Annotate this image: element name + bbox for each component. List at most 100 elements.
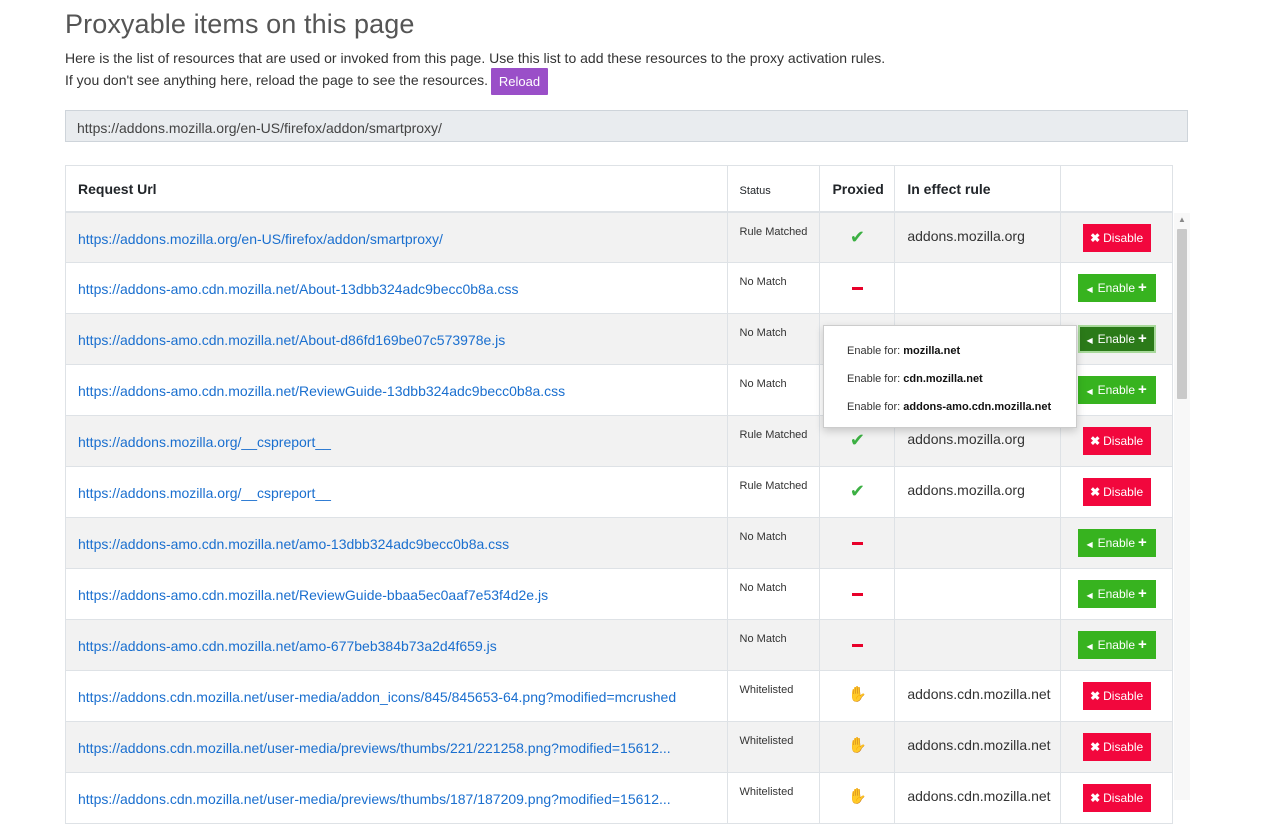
disable-button[interactable]: ✖ Disable xyxy=(1082,784,1151,812)
current-url-display: https://addons.mozilla.org/en-US/firefox… xyxy=(65,110,1188,142)
dropdown-option-domain: addons-amo.cdn.mozilla.net xyxy=(903,401,1052,413)
status-cell: No Match xyxy=(726,364,821,416)
action-cell: ✖ Disable xyxy=(1060,772,1173,824)
reload-button[interactable]: Reload xyxy=(491,68,548,95)
status-cell: Rule Matched xyxy=(726,466,821,518)
proxied-cell xyxy=(819,568,896,620)
request-url-link[interactable]: https://addons.mozilla.org/__cspreport__ xyxy=(78,434,331,450)
times-icon: ✖ xyxy=(1090,485,1101,499)
dropdown-option-domain: mozilla.net xyxy=(903,345,961,357)
plus-icon: + xyxy=(1138,636,1147,653)
disable-button[interactable]: ✖ Disable xyxy=(1082,682,1151,710)
request-url-link[interactable]: https://addons-amo.cdn.mozilla.net/About… xyxy=(78,281,519,297)
times-icon: ✖ xyxy=(1090,230,1101,245)
status-cell: No Match xyxy=(726,262,821,314)
status-cell: No Match xyxy=(726,619,821,671)
dropdown-option-prefix: Enable for: xyxy=(847,345,901,357)
enable-button[interactable]: ◀ Enable + xyxy=(1077,580,1156,608)
disable-button[interactable]: ✖ Disable xyxy=(1082,427,1151,455)
proxied-cell xyxy=(819,619,896,671)
scroll-up-arrow-icon[interactable]: ▲ xyxy=(1174,213,1190,227)
header-in-effect-rule: In effect rule xyxy=(894,165,1062,213)
status-cell: No Match xyxy=(726,313,821,365)
caret-left-icon: ◀ xyxy=(1086,540,1093,549)
plus-icon: + xyxy=(1138,330,1147,347)
times-icon: ✖ xyxy=(1090,689,1101,703)
request-url-link[interactable]: https://addons-amo.cdn.mozilla.net/About… xyxy=(78,332,505,348)
table-row: https://addons-amo.cdn.mozilla.net/About… xyxy=(65,262,1173,314)
proxied-cell: ✋ xyxy=(819,772,896,824)
proxied-cell: ✋ xyxy=(819,670,896,722)
table-row: https://addons.mozilla.org/__cspreport__… xyxy=(65,466,1173,518)
proxied-cell: ✔ xyxy=(819,211,896,263)
enable-button[interactable]: ◀ Enable + xyxy=(1077,274,1156,302)
scrollbar-thumb[interactable] xyxy=(1177,229,1187,399)
table-row: https://addons.cdn.mozilla.net/user-medi… xyxy=(65,721,1173,773)
disable-button[interactable]: ✖ Disable xyxy=(1082,223,1151,252)
request-url-link[interactable]: https://addons-amo.cdn.mozilla.net/Revie… xyxy=(78,587,548,603)
disable-button[interactable]: ✖ Disable xyxy=(1082,733,1151,761)
minus-icon xyxy=(851,593,863,596)
status-cell: Rule Matched xyxy=(726,211,821,263)
in-effect-rule-cell xyxy=(894,568,1062,620)
plus-icon: + xyxy=(1138,585,1147,602)
request-url-link[interactable]: https://addons.cdn.mozilla.net/user-medi… xyxy=(78,791,671,807)
action-cell: ◀ Enable + xyxy=(1060,313,1173,365)
action-cell: ✖ Disable xyxy=(1060,670,1173,722)
minus-icon xyxy=(851,644,863,647)
request-url-link[interactable]: https://addons.mozilla.org/en-US/firefox… xyxy=(78,231,443,247)
enable-button[interactable]: ◀ Enable + xyxy=(1077,325,1156,353)
header-status: Status xyxy=(726,165,821,213)
resources-table: Request Url Status Proxied In effect rul… xyxy=(65,165,1173,824)
description-line-2: If you don't see anything here, reload t… xyxy=(65,72,488,88)
disable-label: Disable xyxy=(1103,485,1144,499)
in-effect-rule-cell xyxy=(894,619,1062,671)
action-cell: ✖ Disable xyxy=(1060,721,1173,773)
request-url-link[interactable]: https://addons-amo.cdn.mozilla.net/Revie… xyxy=(78,383,565,399)
check-icon: ✔ xyxy=(849,481,865,501)
disable-button[interactable]: ✖ Disable xyxy=(1082,478,1151,506)
action-cell: ◀ Enable + xyxy=(1060,619,1173,671)
request-url-link[interactable]: https://addons.mozilla.org/__cspreport__ xyxy=(78,485,331,501)
request-url-link[interactable]: https://addons-amo.cdn.mozilla.net/amo-6… xyxy=(78,638,497,654)
in-effect-rule-cell: addons.mozilla.org xyxy=(894,211,1062,263)
status-cell: Whitelisted xyxy=(726,670,821,722)
request-url-cell: https://addons.cdn.mozilla.net/user-medi… xyxy=(65,721,728,773)
vertical-scrollbar[interactable]: ▲ xyxy=(1174,213,1190,800)
request-url-link[interactable]: https://addons-amo.cdn.mozilla.net/amo-1… xyxy=(78,536,509,552)
action-cell: ✖ Disable xyxy=(1060,415,1173,467)
check-icon: ✔ xyxy=(849,226,865,247)
enable-label: Enable xyxy=(1097,281,1135,295)
enable-button[interactable]: ◀ Enable + xyxy=(1077,376,1156,404)
status-cell: Rule Matched xyxy=(726,415,821,467)
table-row: https://addons-amo.cdn.mozilla.net/amo-6… xyxy=(65,619,1173,671)
times-icon: ✖ xyxy=(1090,791,1101,805)
dropdown-option-cdn-mozilla-net[interactable]: Enable for: cdn.mozilla.net xyxy=(847,373,983,385)
request-url-cell: https://addons.cdn.mozilla.net/user-medi… xyxy=(65,772,728,824)
status-cell: Whitelisted xyxy=(726,772,821,824)
caret-left-icon: ◀ xyxy=(1086,285,1093,294)
plus-icon: + xyxy=(1138,279,1147,296)
in-effect-rule-cell: addons.mozilla.org xyxy=(894,466,1062,518)
enable-options-dropdown: Enable for: mozilla.net Enable for: cdn.… xyxy=(823,325,1077,428)
action-cell: ✖ Disable xyxy=(1060,466,1173,518)
disable-label: Disable xyxy=(1103,740,1144,754)
enable-button[interactable]: ◀ Enable + xyxy=(1077,529,1156,557)
proxied-cell xyxy=(819,517,896,569)
request-url-link[interactable]: https://addons.cdn.mozilla.net/user-medi… xyxy=(78,740,671,756)
proxied-cell xyxy=(819,262,896,314)
enable-button[interactable]: ◀ Enable + xyxy=(1077,631,1156,659)
dropdown-option-prefix: Enable for: xyxy=(847,401,901,413)
request-url-cell: https://addons-amo.cdn.mozilla.net/amo-1… xyxy=(65,517,728,569)
status-cell: No Match xyxy=(726,568,821,620)
plus-icon: + xyxy=(1138,381,1147,398)
in-effect-rule-cell: addons.cdn.mozilla.net xyxy=(894,772,1062,824)
request-url-link[interactable]: https://addons.cdn.mozilla.net/user-medi… xyxy=(78,689,676,705)
dropdown-option-addons-amo-cdn-mozilla-net[interactable]: Enable for: addons-amo.cdn.mozilla.net xyxy=(847,401,1051,413)
action-cell: ◀ Enable + xyxy=(1060,364,1173,416)
proxied-cell: ✋ xyxy=(819,721,896,773)
header-proxied: Proxied xyxy=(819,165,896,213)
request-url-cell: https://addons.mozilla.org/__cspreport__ xyxy=(65,415,728,467)
dropdown-option-mozilla-net[interactable]: Enable for: mozilla.net xyxy=(847,345,960,357)
times-icon: ✖ xyxy=(1090,434,1101,448)
